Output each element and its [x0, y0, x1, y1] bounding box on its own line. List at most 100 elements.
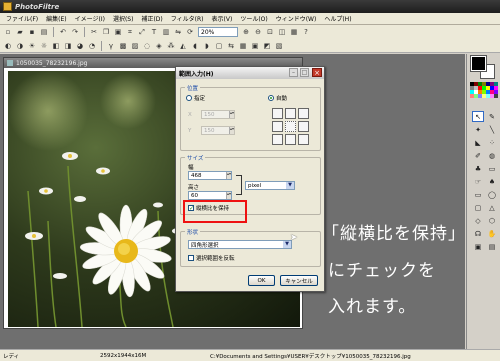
anchor-right[interactable]	[298, 121, 309, 132]
fit-window-icon[interactable]: ⊡	[265, 27, 275, 37]
copy-icon[interactable]: ❐	[101, 27, 111, 37]
brightness-up-icon[interactable]: ☀	[27, 41, 37, 51]
tile-icon[interactable]: ▦	[238, 41, 248, 51]
cut-icon[interactable]: ✂	[89, 27, 99, 37]
menu-file[interactable]: ファイル(F)	[2, 14, 42, 23]
noise-icon[interactable]: ⁂	[166, 41, 176, 51]
lasso-select-icon[interactable]: ☊	[472, 228, 484, 239]
cancel-button[interactable]: キャンセル	[280, 275, 318, 286]
texture-icon[interactable]: ▧	[274, 41, 284, 51]
zoom-select[interactable]: 20%	[198, 27, 238, 37]
grayscale-icon[interactable]: ▩	[118, 41, 128, 51]
y-spinner[interactable]: ▴▾	[229, 127, 234, 134]
sepia-icon[interactable]: ▨	[130, 41, 140, 51]
picker-tool-icon[interactable]: ✎	[486, 111, 498, 122]
emboss-icon[interactable]: ◭	[178, 41, 188, 51]
gamma-icon[interactable]: γ	[106, 41, 116, 51]
resize-icon[interactable]: ⤢	[137, 27, 147, 37]
saturation-up-icon[interactable]: ◕	[75, 41, 85, 51]
color-balance-icon[interactable]: ◗	[202, 41, 212, 51]
anchor-left[interactable]	[272, 121, 283, 132]
zoom-in-icon[interactable]: ⊕	[241, 27, 251, 37]
menu-select[interactable]: 選択(S)	[109, 14, 138, 23]
rect-select-icon[interactable]: ▭	[472, 189, 484, 200]
sharpen-icon[interactable]: ◈	[154, 41, 164, 51]
shape-select[interactable]: 四角形選択 ▼	[188, 240, 292, 249]
height-input[interactable]: 60 ▴▾	[188, 191, 232, 200]
blur-tool-icon[interactable]: ◍	[486, 150, 498, 161]
fill-tool-icon[interactable]: ◣	[472, 137, 484, 148]
layer-b-icon[interactable]: ▤	[486, 241, 498, 252]
maximize-icon[interactable]: □	[300, 68, 309, 77]
shadow-icon[interactable]: ◩	[262, 41, 272, 51]
rotate-icon[interactable]: ⟳	[185, 27, 195, 37]
frame-icon[interactable]: ▣	[250, 41, 260, 51]
brush-tool-icon[interactable]: ✐	[472, 150, 484, 161]
open-folder-icon[interactable]: ▰	[15, 27, 25, 37]
polygon-select-icon[interactable]: ⬡	[486, 215, 498, 226]
clone-tool-icon[interactable]: ♠	[486, 176, 498, 187]
actual-size-icon[interactable]: ◫	[277, 27, 287, 37]
menu-tools[interactable]: ツール(O)	[236, 14, 271, 23]
width-spinner[interactable]: ▴▾	[226, 172, 231, 179]
anchor-top-right[interactable]	[298, 108, 309, 119]
zoom-out-icon[interactable]: ⊖	[253, 27, 263, 37]
close-icon[interactable]: ×	[312, 68, 322, 77]
print-icon[interactable]: ▤	[39, 27, 49, 37]
y-input[interactable]: 150 ▴▾	[201, 126, 235, 135]
eraser-tool-icon[interactable]: ▭	[486, 163, 498, 174]
minimize-icon[interactable]: –	[289, 68, 298, 77]
rounded-select-icon[interactable]: ▢	[472, 202, 484, 213]
contrast-down-icon[interactable]: ◨	[63, 41, 73, 51]
menu-adjust[interactable]: 補正(D)	[137, 14, 166, 23]
anchor-bottom-right[interactable]	[298, 134, 309, 145]
radio-auto[interactable]: 自動	[268, 94, 287, 102]
saturation-down-icon[interactable]: ◔	[87, 41, 97, 51]
foreground-color-swatch[interactable]	[471, 56, 486, 71]
hand-tool-icon[interactable]: ✋	[486, 228, 498, 239]
width-input[interactable]: 468 ▴▾	[188, 171, 232, 180]
blur-icon[interactable]: ◌	[142, 41, 152, 51]
layer-a-icon[interactable]: ▣	[472, 241, 484, 252]
smudge-tool-icon[interactable]: ☞	[472, 176, 484, 187]
outline-icon[interactable]: ▢	[214, 41, 224, 51]
swatch[interactable]	[494, 94, 498, 98]
ok-button[interactable]: OK	[248, 275, 275, 286]
line-tool-icon[interactable]: ╲	[486, 124, 498, 135]
x-spinner[interactable]: ▴▾	[229, 111, 234, 118]
radio-auto-dot[interactable]	[268, 95, 274, 101]
auto-contrast-icon[interactable]: ◑	[15, 41, 25, 51]
unit-select[interactable]: pixel ▼	[245, 181, 295, 190]
anchor-center[interactable]	[285, 121, 296, 132]
save-icon[interactable]: ▪	[27, 27, 37, 37]
pointer-tool-icon[interactable]: ↖	[472, 111, 484, 122]
diamond-select-icon[interactable]: ◇	[472, 215, 484, 226]
crop-icon[interactable]: ⌗	[125, 27, 135, 37]
menu-edit[interactable]: 編集(E)	[42, 14, 70, 23]
brightness-down-icon[interactable]: ☼	[39, 41, 49, 51]
drop-icon[interactable]: ◖	[190, 41, 200, 51]
x-input[interactable]: 150 ▴▾	[201, 110, 235, 119]
auto-level-icon[interactable]: ◐	[3, 41, 13, 51]
fullscreen-icon[interactable]: ▦	[289, 27, 299, 37]
height-spinner[interactable]: ▴▾	[226, 192, 231, 199]
ellipse-select-icon[interactable]: ◯	[486, 189, 498, 200]
invert-checkbox[interactable]: 選択範囲を反転	[188, 254, 235, 262]
menu-window[interactable]: ウィンドウ(W)	[272, 14, 321, 23]
mirror-icon[interactable]: ⇆	[226, 41, 236, 51]
menu-view[interactable]: 表示(V)	[208, 14, 237, 23]
invert-check-box[interactable]	[188, 255, 194, 261]
triangle-select-icon[interactable]: △	[486, 202, 498, 213]
stamp-tool-icon[interactable]: ♣	[472, 163, 484, 174]
anchor-bottom[interactable]	[285, 134, 296, 145]
gradient-icon[interactable]: ▥	[161, 27, 171, 37]
paste-icon[interactable]: ▣	[113, 27, 123, 37]
flip-icon[interactable]: ⇋	[173, 27, 183, 37]
text-icon[interactable]: T	[149, 27, 159, 37]
radio-specify[interactable]: 指定	[186, 94, 205, 102]
wand-tool-icon[interactable]: ✦	[472, 124, 484, 135]
anchor-top-left[interactable]	[272, 108, 283, 119]
help-icon[interactable]: ?	[301, 27, 311, 37]
contrast-up-icon[interactable]: ◧	[51, 41, 61, 51]
spray-tool-icon[interactable]: ⁘	[486, 137, 498, 148]
